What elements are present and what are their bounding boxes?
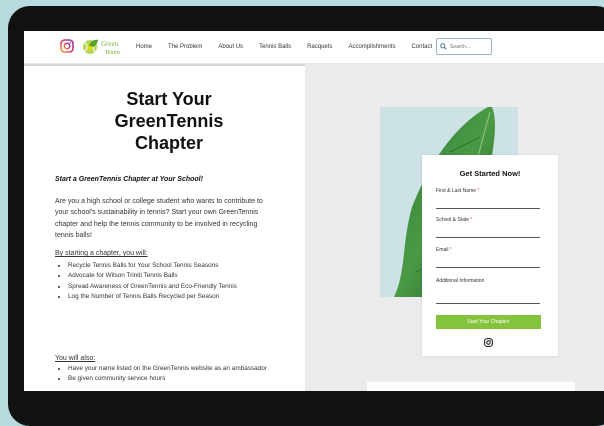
nav-tennis-balls[interactable]: Tennis Balls — [259, 44, 291, 50]
site-header: Green Tennis Home The Problem About Us T… — [24, 31, 604, 64]
email-field[interactable] — [436, 267, 540, 268]
signup-section: Get Started Now! First & Last Name * Sch… — [305, 64, 604, 391]
nav-about-us[interactable]: About Us — [218, 44, 243, 50]
nav-accomplishments[interactable]: Accomplishments — [348, 44, 395, 50]
chapter-benefits-heading: By starting a chapter, you will: — [55, 250, 148, 257]
instagram-icon[interactable] — [484, 338, 493, 347]
chapter-info-section: Start Your GreenTennis Chapter Start a G… — [24, 64, 305, 391]
instagram-icon[interactable] — [60, 39, 74, 53]
nav-the-problem[interactable]: The Problem — [168, 44, 202, 50]
svg-text:Tennis: Tennis — [105, 50, 121, 56]
signup-form: Get Started Now! First & Last Name * Sch… — [422, 155, 558, 356]
also-list: Have your name listed on the GreenTennis… — [55, 364, 268, 385]
main-nav: Home The Problem About Us Tennis Balls R… — [136, 31, 448, 63]
page-title: Start Your GreenTennis Chapter — [54, 88, 284, 154]
form-title: Get Started Now! — [459, 169, 521, 178]
additional-info-field[interactable] — [436, 303, 540, 304]
list-item: Log the Number of Tennis Balls Recycled … — [68, 292, 268, 302]
name-field[interactable] — [436, 208, 540, 209]
also-heading: You will also: — [55, 355, 96, 362]
school-field-label: School & State * — [436, 217, 473, 223]
start-chapter-button[interactable]: Start Your Chapter! — [436, 315, 541, 329]
list-item: Have your name listed on the GreenTennis… — [68, 364, 268, 374]
list-item: Advocate for Wilson Triniti Tennis Balls — [68, 271, 268, 281]
intro-paragraph: Are you a high school or college student… — [55, 198, 263, 240]
additional-info-label: Additional Information — [436, 278, 485, 284]
svg-text:Green: Green — [101, 40, 119, 48]
nav-contact[interactable]: Contact — [411, 44, 432, 50]
list-item: Spread Awareness of GreenTennis and Eco-… — [68, 282, 268, 292]
greentennis-logo[interactable]: Green Tennis — [81, 36, 131, 58]
email-field-label: Email * — [436, 247, 452, 253]
search-icon — [440, 43, 447, 50]
title-line-3: Chapter — [134, 133, 203, 153]
search-input[interactable] — [450, 43, 488, 50]
list-item: Recycle Tennis Balls for Your School Ten… — [68, 261, 268, 271]
footer-strip — [367, 382, 575, 391]
nav-home[interactable]: Home — [136, 44, 152, 50]
chapter-benefits-list: Recycle Tennis Balls for Your School Ten… — [55, 261, 268, 303]
school-field[interactable] — [436, 237, 540, 238]
title-line-1: Start Your — [126, 89, 212, 109]
chapter-subtitle: Start a GreenTennis Chapter at Your Scho… — [55, 176, 203, 183]
search-box[interactable] — [436, 38, 492, 55]
nav-racquets[interactable]: Racquets — [307, 44, 332, 50]
name-field-label: First & Last Name * — [436, 188, 480, 194]
title-line-2: GreenTennis — [114, 111, 224, 131]
browser-screen: Green Tennis Home The Problem About Us T… — [24, 31, 604, 391]
list-item: Be given community service hours — [68, 374, 268, 384]
